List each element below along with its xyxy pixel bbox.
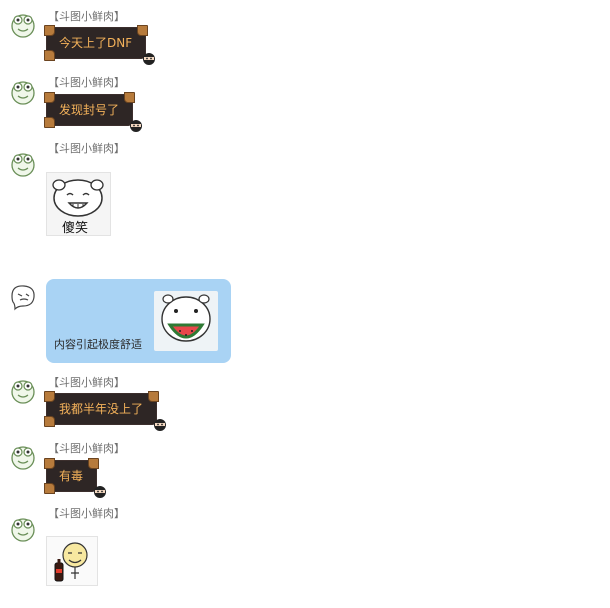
avatar[interactable] [8, 149, 38, 179]
bubble-corner-ornament [44, 458, 55, 469]
bubble-corner-ornament [44, 117, 55, 128]
frog-avatar-icon [11, 380, 35, 404]
frog-avatar-icon [11, 518, 35, 542]
sender-name: 【斗图小鲜肉】 [48, 376, 125, 389]
message-text: 内容引起极度舒适 [54, 338, 142, 351]
self-avatar[interactable] [8, 282, 38, 312]
frog-avatar-icon [11, 81, 35, 105]
self-message-bubble[interactable]: 内容引起极度舒适 [46, 279, 231, 363]
bubble-corner-ornament [44, 391, 55, 402]
message-bubble[interactable]: 发现封号了 [44, 92, 143, 132]
ninja-tail-icon [94, 486, 107, 498]
pig-eating-watermelon-sticker-icon [161, 294, 211, 342]
bubble-corner-ornament [88, 458, 100, 469]
message-bubble[interactable]: 我都半年没上了 [44, 391, 167, 431]
blob-avatar-icon [11, 285, 35, 311]
message-bubble[interactable]: 有毒 [44, 458, 107, 498]
ninja-tail-icon [143, 53, 156, 65]
laughing-pig-sticker-icon [52, 179, 104, 217]
avatar[interactable] [8, 442, 38, 472]
bubble-corner-ornament [44, 25, 55, 36]
bubble-corner-ornament [44, 416, 55, 427]
sender-name: 【斗图小鲜肉】 [48, 507, 125, 520]
frog-avatar-icon [11, 446, 35, 470]
avatar[interactable] [8, 376, 38, 406]
message-text: 有毒 [59, 469, 84, 483]
bubble-corner-ornament [148, 391, 160, 402]
bubble-corner-ornament [137, 25, 149, 36]
sender-name: 【斗图小鲜肉】 [48, 142, 125, 155]
bubble-corner-ornament [44, 50, 55, 61]
sender-name: 【斗图小鲜肉】 [48, 442, 125, 455]
message-text: 发现封号了 [59, 103, 120, 117]
ninja-tail-icon [130, 120, 143, 132]
cola-sticker-icon [54, 542, 88, 582]
message-bubble[interactable]: 今天上了DNF [44, 25, 156, 65]
bubble-corner-ornament [44, 92, 55, 103]
sticker-image[interactable] [154, 291, 218, 351]
frog-avatar-icon [11, 153, 35, 177]
frog-avatar-icon [11, 14, 35, 38]
sticker-caption: 傻笑 [62, 221, 89, 236]
sticker-image[interactable] [46, 536, 98, 586]
sender-name: 【斗图小鲜肉】 [48, 76, 125, 89]
sender-name: 【斗图小鲜肉】 [48, 10, 125, 23]
message-text: 今天上了DNF [59, 36, 133, 50]
sticker-image[interactable]: 傻笑 [46, 172, 111, 236]
bubble-corner-ornament [124, 92, 136, 103]
avatar[interactable] [8, 10, 38, 40]
avatar[interactable] [8, 514, 38, 544]
avatar[interactable] [8, 77, 38, 107]
bubble-corner-ornament [44, 483, 55, 494]
ninja-tail-icon [154, 419, 167, 431]
message-text: 我都半年没上了 [59, 402, 144, 416]
